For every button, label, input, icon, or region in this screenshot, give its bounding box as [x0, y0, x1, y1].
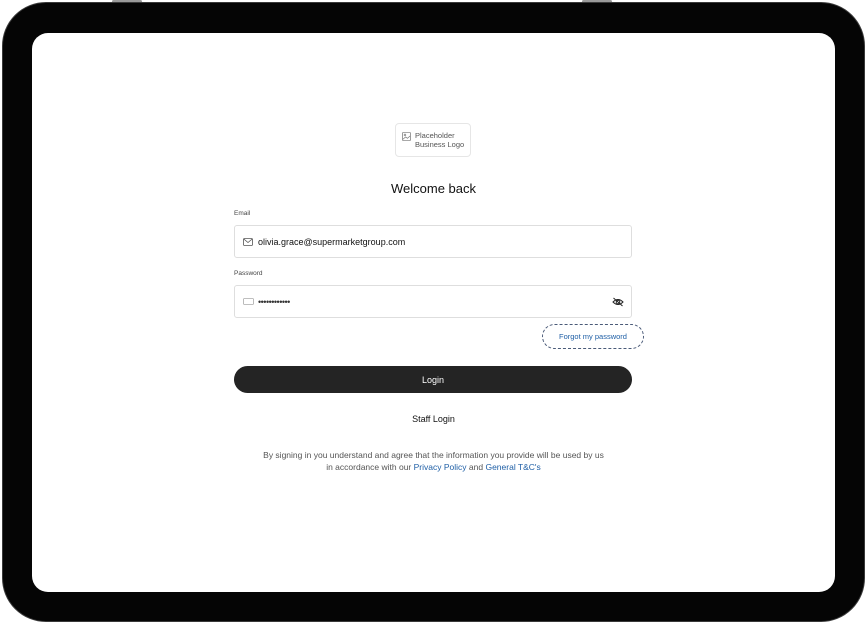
terms-notice: By signing in you understand and agree t…	[32, 449, 835, 473]
password-label: Password	[234, 270, 263, 277]
tablet-device: Placeholder Business Logo Welcome back E…	[0, 0, 867, 623]
terms-line-2: in accordance with our Privacy Policy an…	[32, 461, 835, 473]
business-logo: Placeholder Business Logo	[395, 123, 471, 157]
password-field[interactable]: ••••••••••••	[234, 285, 632, 318]
password-value: ••••••••••••	[258, 296, 290, 307]
terms-conditions-link[interactable]: General T&C's	[485, 462, 540, 472]
keyboard-icon	[243, 298, 254, 305]
email-field[interactable]: olivia.grace@supermarketgroup.com	[234, 225, 632, 258]
image-placeholder-icon	[402, 131, 411, 141]
eye-off-icon[interactable]	[612, 297, 624, 307]
login-screen: Placeholder Business Logo Welcome back E…	[32, 33, 835, 592]
logo-text: Placeholder Business Logo	[415, 131, 465, 149]
page-title: Welcome back	[390, 181, 476, 196]
privacy-policy-link[interactable]: Privacy Policy	[414, 462, 467, 472]
forgot-password-link[interactable]: Forgot my password	[542, 324, 644, 349]
login-button[interactable]: Login	[234, 366, 632, 393]
terms-conjunction: and	[468, 462, 484, 472]
mail-icon	[243, 237, 253, 246]
email-value: olivia.grace@supermarketgroup.com	[258, 236, 406, 247]
staff-login-link[interactable]: Staff Login	[32, 414, 835, 424]
terms-line-1: By signing in you understand and agree t…	[263, 450, 604, 460]
terms-prefix: in accordance with our	[326, 462, 412, 472]
email-label: Email	[234, 210, 251, 217]
